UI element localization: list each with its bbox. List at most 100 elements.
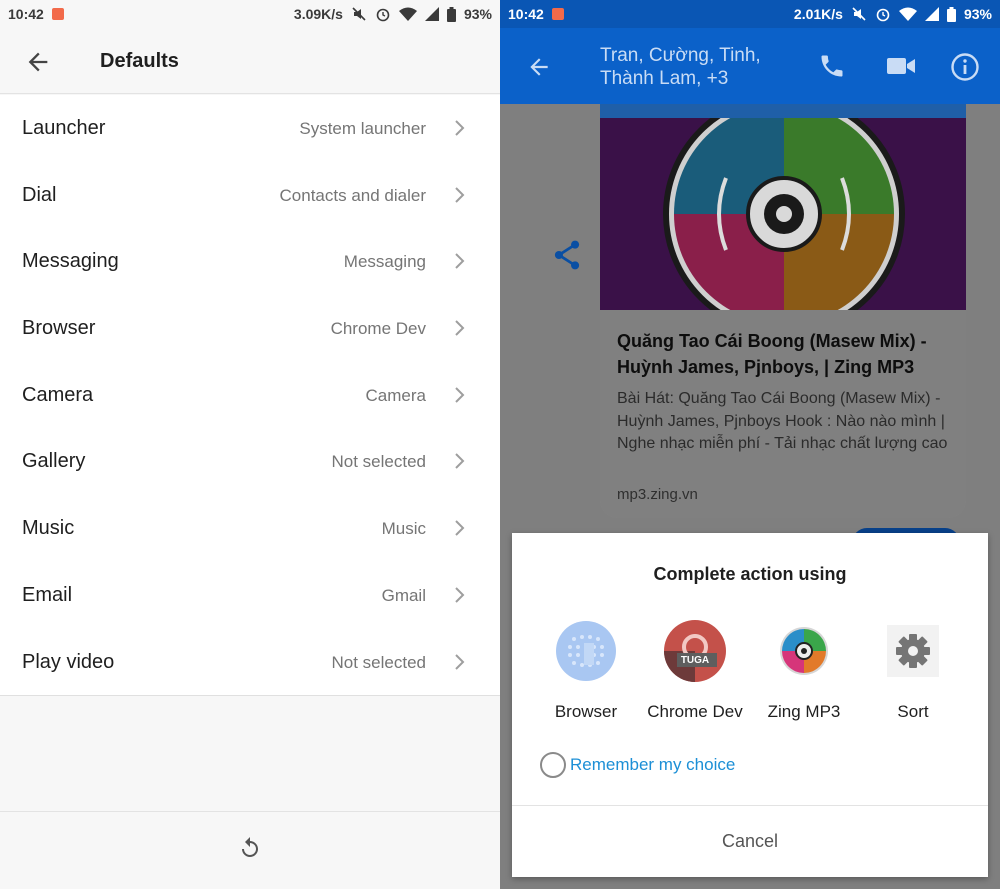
app-label: Zing MP3 — [767, 702, 841, 721]
album-art-image — [600, 118, 966, 310]
chevron-right-icon — [455, 653, 465, 670]
alarm-icon — [876, 8, 890, 22]
row-value: Not selected — [331, 652, 427, 672]
chrome-dev-badge: TUGA — [680, 655, 710, 666]
app-option-browser[interactable]: Browser — [531, 619, 641, 722]
row-value: System launcher — [299, 119, 426, 138]
default-row-messaging[interactable]: Messaging Messaging — [0, 228, 500, 295]
chevron-right-icon — [455, 453, 465, 470]
row-label: Play video — [22, 650, 115, 673]
remember-choice[interactable]: Remember my choice — [540, 752, 735, 778]
row-value: Camera — [365, 385, 426, 405]
row-label: Music — [22, 517, 75, 540]
remember-choice-radio[interactable] — [540, 752, 566, 778]
bottom-bar — [0, 811, 500, 889]
battery-level: 93% — [463, 6, 492, 22]
row-value: Not selected — [331, 452, 427, 472]
battery-icon — [446, 6, 456, 22]
status-bar: 10:42 3.09K/s 93% — [0, 0, 500, 28]
app-label: Chrome Dev — [647, 702, 743, 721]
card-domain: mp3.zing.vn — [617, 486, 698, 503]
gear-icon — [887, 625, 939, 677]
chevron-right-icon — [455, 387, 465, 403]
vinyl-disc-illustration — [663, 118, 905, 310]
reset-icon[interactable] — [238, 836, 262, 860]
card-text: Quăng Tao Cái Boong (Masew Mix) - Huỳnh … — [600, 310, 966, 518]
default-row-browser[interactable]: Browser Chrome Dev — [0, 295, 500, 362]
app-option-chrome-dev[interactable]: TUGA Chrome Dev — [640, 619, 750, 722]
app-label: Browser — [554, 702, 618, 721]
app-option-sort[interactable]: Sort — [858, 619, 968, 722]
row-label: Email — [22, 583, 73, 606]
row-label: Launcher — [22, 117, 106, 139]
signal-icon — [424, 7, 439, 21]
alarm-icon — [376, 8, 390, 22]
signal-icon — [924, 7, 939, 21]
video-call-icon[interactable] — [886, 54, 916, 78]
page-title: Defaults — [100, 50, 179, 72]
conversation-title-line2: Thành Lam, +3 — [600, 68, 729, 89]
default-row-play-video[interactable]: Play video Not selected — [0, 629, 500, 696]
notification-icon — [51, 8, 64, 20]
defaults-screen: 10:42 3.09K/s 93% Defaults Launcher Syst… — [0, 0, 500, 889]
chevron-right-icon — [455, 120, 465, 136]
row-label: Messaging — [22, 250, 119, 273]
link-preview-card[interactable]: Quăng Tao Cái Boong (Masew Mix) - Huỳnh … — [600, 104, 966, 518]
phone-icon[interactable] — [818, 52, 846, 80]
chevron-right-icon — [455, 587, 465, 603]
wifi-icon — [898, 7, 917, 21]
status-bar: 10:42 2.01K/s 93% — [500, 0, 1000, 28]
conversation-title[interactable]: Tran, Cường, Tinh, Thành Lam, +3 — [600, 44, 800, 90]
battery-icon — [946, 6, 956, 22]
row-label: Dial — [22, 183, 57, 206]
zing-mp3-icon — [780, 627, 828, 675]
remember-choice-label: Remember my choice — [570, 755, 736, 774]
chevron-right-icon — [455, 520, 465, 536]
chrome-dev-icon — [664, 620, 726, 682]
back-arrow-icon[interactable] — [24, 48, 52, 76]
default-row-dial[interactable]: Dial Contacts and dialer — [0, 162, 500, 229]
chevron-right-icon — [455, 186, 465, 203]
network-speed: 2.01K/s — [793, 6, 843, 22]
wifi-icon — [398, 7, 417, 21]
conversation-title-line1: Tran, Cường, Tinh, — [600, 45, 761, 66]
default-row-music[interactable]: Music Music — [0, 495, 500, 562]
row-label: Browser — [22, 317, 96, 340]
back-arrow-icon[interactable] — [526, 54, 552, 80]
status-time: 10:42 — [8, 6, 44, 22]
chevron-right-icon — [455, 253, 465, 270]
row-value: Contacts and dialer — [279, 185, 426, 205]
browser-icon — [556, 621, 616, 681]
row-label: Camera — [22, 383, 94, 406]
chevron-right-icon — [455, 320, 465, 336]
defaults-list: Launcher System launcher Dial Contacts a… — [0, 95, 500, 697]
card-title: Quăng Tao Cái Boong (Masew Mix) - Huỳnh … — [617, 331, 927, 377]
card-description: Bài Hát: Quăng Tao Cái Boong (Masew Mix)… — [617, 390, 948, 452]
mute-icon — [852, 7, 866, 21]
info-icon[interactable] — [950, 52, 980, 82]
mute-icon — [352, 7, 366, 21]
default-row-gallery[interactable]: Gallery Not selected — [0, 428, 500, 495]
default-row-email[interactable]: Email Gmail — [0, 562, 500, 629]
card-top-strip — [600, 104, 966, 118]
network-speed: 3.09K/s — [293, 6, 343, 22]
row-value: Messaging — [343, 252, 426, 272]
default-row-camera[interactable]: Camera Camera — [0, 362, 500, 429]
messenger-screen: 10:42 2.01K/s 93% Tran, Cường, Tinh, Thà… — [500, 0, 1000, 889]
app-option-zing-mp3[interactable]: Zing MP3 — [749, 619, 859, 722]
chooser-dialog: Complete action using Browser TUGA Chrom… — [512, 533, 988, 877]
row-value: Gmail — [381, 585, 426, 605]
notification-icon — [551, 8, 564, 20]
cancel-button[interactable]: Cancel — [512, 806, 988, 877]
dialog-title: Complete action using — [653, 564, 847, 584]
app-label: Sort — [897, 702, 929, 721]
status-time: 10:42 — [508, 6, 544, 22]
row-label: Gallery — [22, 450, 86, 473]
default-row-launcher[interactable]: Launcher System launcher — [0, 95, 500, 162]
toolbar: Defaults — [0, 28, 500, 94]
row-value: Music — [381, 519, 426, 539]
conversation-appbar: Tran, Cường, Tinh, Thành Lam, +3 — [500, 28, 1000, 104]
battery-level: 93% — [963, 6, 992, 22]
share-icon[interactable] — [553, 240, 581, 270]
row-value: Chrome Dev — [330, 319, 426, 339]
